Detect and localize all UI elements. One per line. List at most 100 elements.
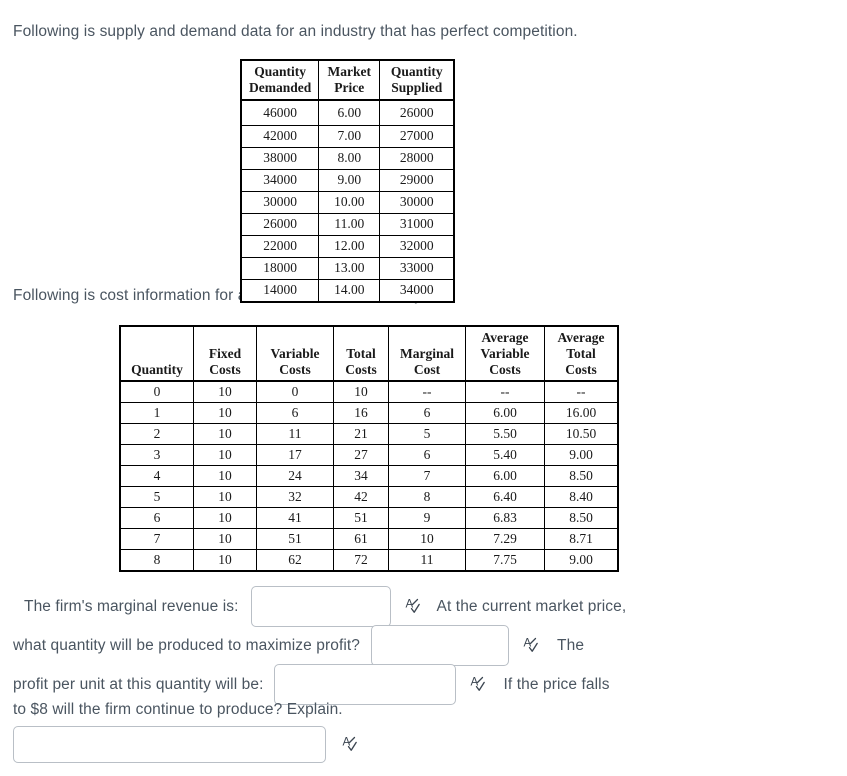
cost_table-cell: 5 [388,422,466,445]
cost_table-cell: 10 [193,464,257,487]
cost_table-cell: 61 [333,527,389,550]
question-label-marginal-revenue: The firm's marginal revenue is: [24,597,239,615]
cost_table-cell: 6.00 [465,464,545,487]
cost_table-cell: 0 [256,380,334,403]
table-row: 42000 7.00 27000 [240,124,455,148]
supply_demand_table-cell: 30000 [379,190,455,214]
answer-input-explanation[interactable] [13,726,326,763]
header-line-2: Variable [480,345,530,361]
cost_table-cell: 27 [333,443,389,466]
cost_table-cell: 4 [119,464,194,487]
table-row: 0 10 0 10 -- -- -- [119,380,619,403]
answer-input-marginal-revenue[interactable] [250,586,391,627]
cost_table-cell: 10 [193,422,257,445]
spellcheck-icon[interactable]: A [340,734,362,756]
cost_table-cell: 8 [388,485,466,508]
table-header-row: Quantity Demanded Market Price Quantity … [240,59,455,101]
spellcheck-icon[interactable]: A [403,596,425,618]
supply_demand_table-cell: 30000 [240,190,320,214]
table-row: 3 10 17 27 6 5.40 9.00 [119,443,619,466]
spellcheck-icon[interactable]: A [521,635,543,657]
cost_table-cell: 16.00 [544,401,619,424]
question-row-marginal-revenue: The firm's marginal revenue is: A At the… [24,586,626,627]
cost_table-cell: 10.50 [544,422,619,445]
cost_table-cell: 10 [193,506,257,529]
supply_demand_table-cell: 12.00 [318,234,381,258]
cost_table-cell: 10 [388,527,466,550]
supply-demand-table: Quantity Demanded Market Price Quantity … [240,59,456,303]
supply_demand_table-cell: 33000 [379,256,455,280]
cost_table-cell: 51 [256,527,334,550]
cost_table-cell: 6 [256,401,334,424]
cost_table-cell: 3 [119,443,194,466]
supply_demand_table-cell: 14.00 [318,278,381,303]
header-line-3: Cost [413,361,441,377]
supply_demand_table-cell: 10.00 [318,190,381,214]
cost_table-cell: 6 [388,443,466,466]
supply_demand_table-cell: 42000 [240,124,320,148]
table-row: 46000 6.00 26000 [240,99,455,126]
cost_table-cell: 24 [256,464,334,487]
table-row: 4 10 24 34 7 6.00 8.50 [119,464,619,487]
header-line-1: Quantity [254,64,307,79]
cost-table-body: 0 10 0 10 -- -- -- 1 10 6 16 6 6.00 16.00 2 10 11 21 5 5.50… [119,380,619,572]
answer-input-profit-per-unit[interactable] [273,664,456,705]
cost_table-cell: 6 [119,506,194,529]
supply_demand_table-cell: 13.00 [318,256,381,280]
supply_demand_table-cell: 9.00 [318,168,381,192]
answer-input-quantity-maximize-profit[interactable] [371,625,510,666]
supply_demand_table-cell: 26000 [240,212,320,236]
column-header-average-variable-costs: Average Variable Costs [465,325,545,382]
header-line-3: Costs [209,361,241,377]
supply-demand-table-body: 46000 6.00 26000 42000 7.00 27000 38000 8.00 280… [240,99,455,303]
cost_table-cell: 11 [256,422,334,445]
cost_table-cell: 41 [256,506,334,529]
cost_table-cell: 10 [333,380,389,403]
cost_table-cell: 8.50 [544,464,619,487]
header-line-2: Demanded [249,79,312,95]
table-row: 18000 13.00 33000 [240,256,455,280]
cost-information-table: Quantity Fixed Costs Variable Costs Tota… [119,325,619,572]
table-row: 7 10 51 61 10 7.29 8.71 [119,527,619,550]
cost_table-cell: 17 [256,443,334,466]
question-text-at-current-market-price: At the current market price, [436,597,627,615]
question-row-quantity-maximize-profit: what quantity will be produced to maximi… [13,625,584,666]
cost_table-cell: 1 [119,401,194,424]
question-row-price-falls-explain: to $8 will the firm continue to produce?… [13,701,343,719]
table-header-row: Quantity Fixed Costs Variable Costs Tota… [119,325,619,382]
table-row: 30000 10.00 30000 [240,190,455,214]
cost_table-cell: 6.00 [465,401,545,424]
cost_table-cell: 5 [119,485,194,508]
table-row: 5 10 32 42 8 6.40 8.40 [119,485,619,508]
cost_table-cell: 10 [193,548,257,572]
cost_table-cell: 6 [388,401,466,424]
cost_table-cell: 6.83 [465,506,545,529]
header-line-2: Variable [270,345,320,361]
cost_table-cell: 10 [193,380,257,403]
supply_demand_table-cell: 18000 [240,256,320,280]
cost_table-cell: 10 [193,485,257,508]
supply-demand-table-head: Quantity Demanded Market Price Quantity … [240,59,455,101]
header-line-1: Market [327,64,371,79]
intro-text-supply-demand: Following is supply and demand data for … [13,23,578,40]
cost_table-cell: 5.50 [465,422,545,445]
table-row: 2 10 11 21 5 5.50 10.50 [119,422,619,445]
table-row: 38000 8.00 28000 [240,146,455,170]
cost_table-cell: 10 [193,527,257,550]
supply_demand_table-cell: 46000 [240,99,320,126]
table-row: 14000 14.00 34000 [240,278,455,303]
column-header-market-price: Market Price [318,59,381,101]
supply_demand_table-cell: 38000 [240,146,320,170]
header-line-2: Supplied [391,79,443,95]
cost_table-cell: 7.75 [465,548,545,572]
table-row: 22000 12.00 32000 [240,234,455,258]
supply_demand_table-cell: 26000 [379,99,455,126]
cost_table-cell: 10 [193,443,257,466]
column-header-marginal-cost: Marginal Cost [388,325,466,382]
supply_demand_table-cell: 34000 [379,278,455,303]
header-line-1: Quantity [390,64,443,79]
cost_table-cell: 7 [388,464,466,487]
cost_table-cell: 8.50 [544,506,619,529]
spellcheck-icon[interactable]: A [468,674,490,696]
cost_table-cell: -- [465,380,545,403]
